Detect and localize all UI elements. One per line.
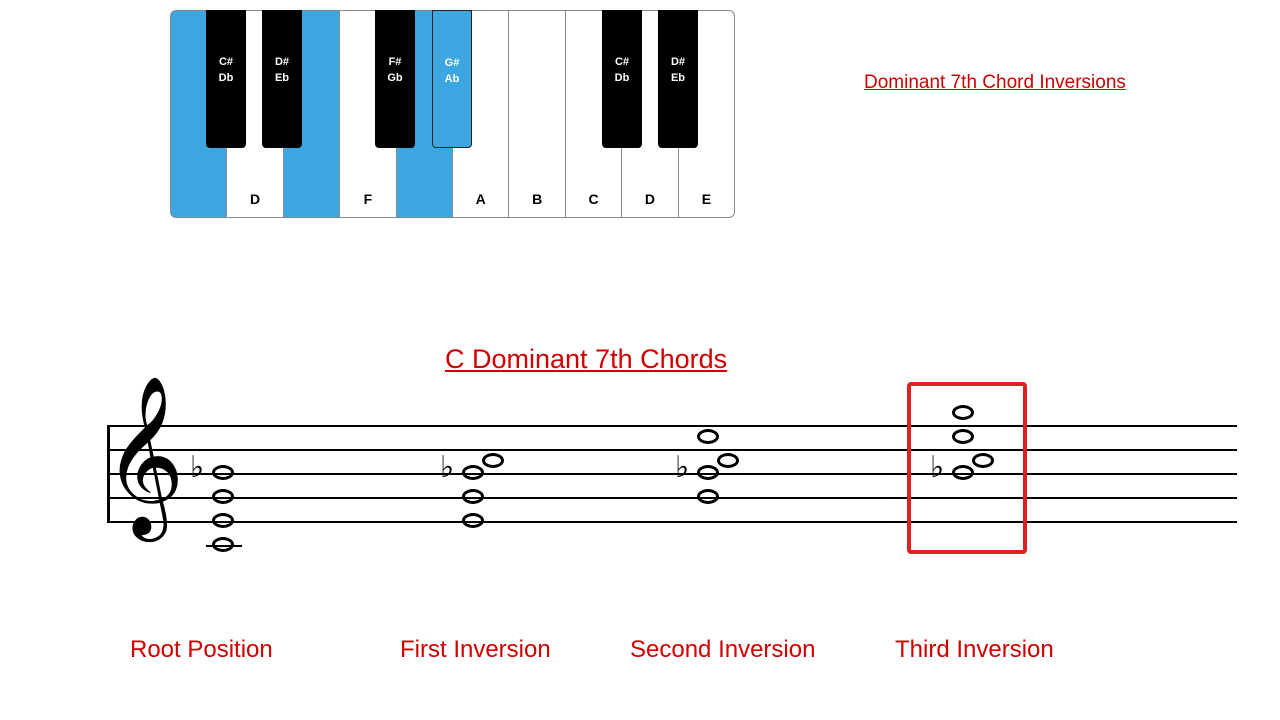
highlight-box: [907, 382, 1027, 554]
white-key: E: [679, 10, 735, 218]
flat-accidental-icon: ♭: [190, 453, 204, 483]
white-key: B: [509, 10, 565, 218]
white-key: [397, 10, 453, 218]
white-key-label: D: [250, 191, 260, 207]
note: [462, 513, 484, 528]
white-key: C: [566, 10, 622, 218]
note: [212, 489, 234, 504]
note: [212, 513, 234, 528]
ledger-line: [206, 545, 242, 547]
treble-clef-icon: 𝄞: [103, 387, 185, 525]
white-key: D: [622, 10, 678, 218]
white-key: D: [227, 10, 283, 218]
note: [482, 453, 504, 468]
note: [717, 453, 739, 468]
note: [212, 465, 234, 480]
flat-accidental-icon: ♭: [440, 453, 454, 483]
inversion-label: Root Position: [130, 636, 273, 664]
note: [462, 465, 484, 480]
white-key: [284, 10, 340, 218]
inversion-label: Second Inversion: [630, 636, 815, 664]
white-key-label: B: [532, 191, 542, 207]
piano-keyboard: DFABCDE C#DbD#EbF#GbG#AbC#DbD#Eb: [170, 10, 735, 218]
chord-1: ♭: [442, 425, 542, 545]
page-subtitle-link[interactable]: Dominant 7th Chord Inversions: [864, 72, 1126, 94]
white-key-label: E: [702, 191, 711, 207]
white-key-label: C: [588, 191, 598, 207]
chord-2: ♭: [677, 425, 777, 545]
white-keys-row: DFABCDE: [170, 10, 735, 218]
inversion-label: First Inversion: [400, 636, 551, 664]
note: [697, 489, 719, 504]
note: [697, 465, 719, 480]
white-key-label: A: [476, 191, 486, 207]
white-key: A: [453, 10, 509, 218]
white-key: [170, 10, 227, 218]
music-staff: 𝄞 ♭♭♭♭: [107, 425, 1237, 521]
note: [462, 489, 484, 504]
white-key-label: F: [364, 191, 373, 207]
staff-title: C Dominant 7th Chords: [445, 344, 727, 375]
white-key-label: D: [645, 191, 655, 207]
note: [697, 429, 719, 444]
flat-accidental-icon: ♭: [675, 453, 689, 483]
chord-0: ♭: [192, 425, 292, 545]
white-key: F: [340, 10, 396, 218]
inversion-label: Third Inversion: [895, 636, 1054, 664]
